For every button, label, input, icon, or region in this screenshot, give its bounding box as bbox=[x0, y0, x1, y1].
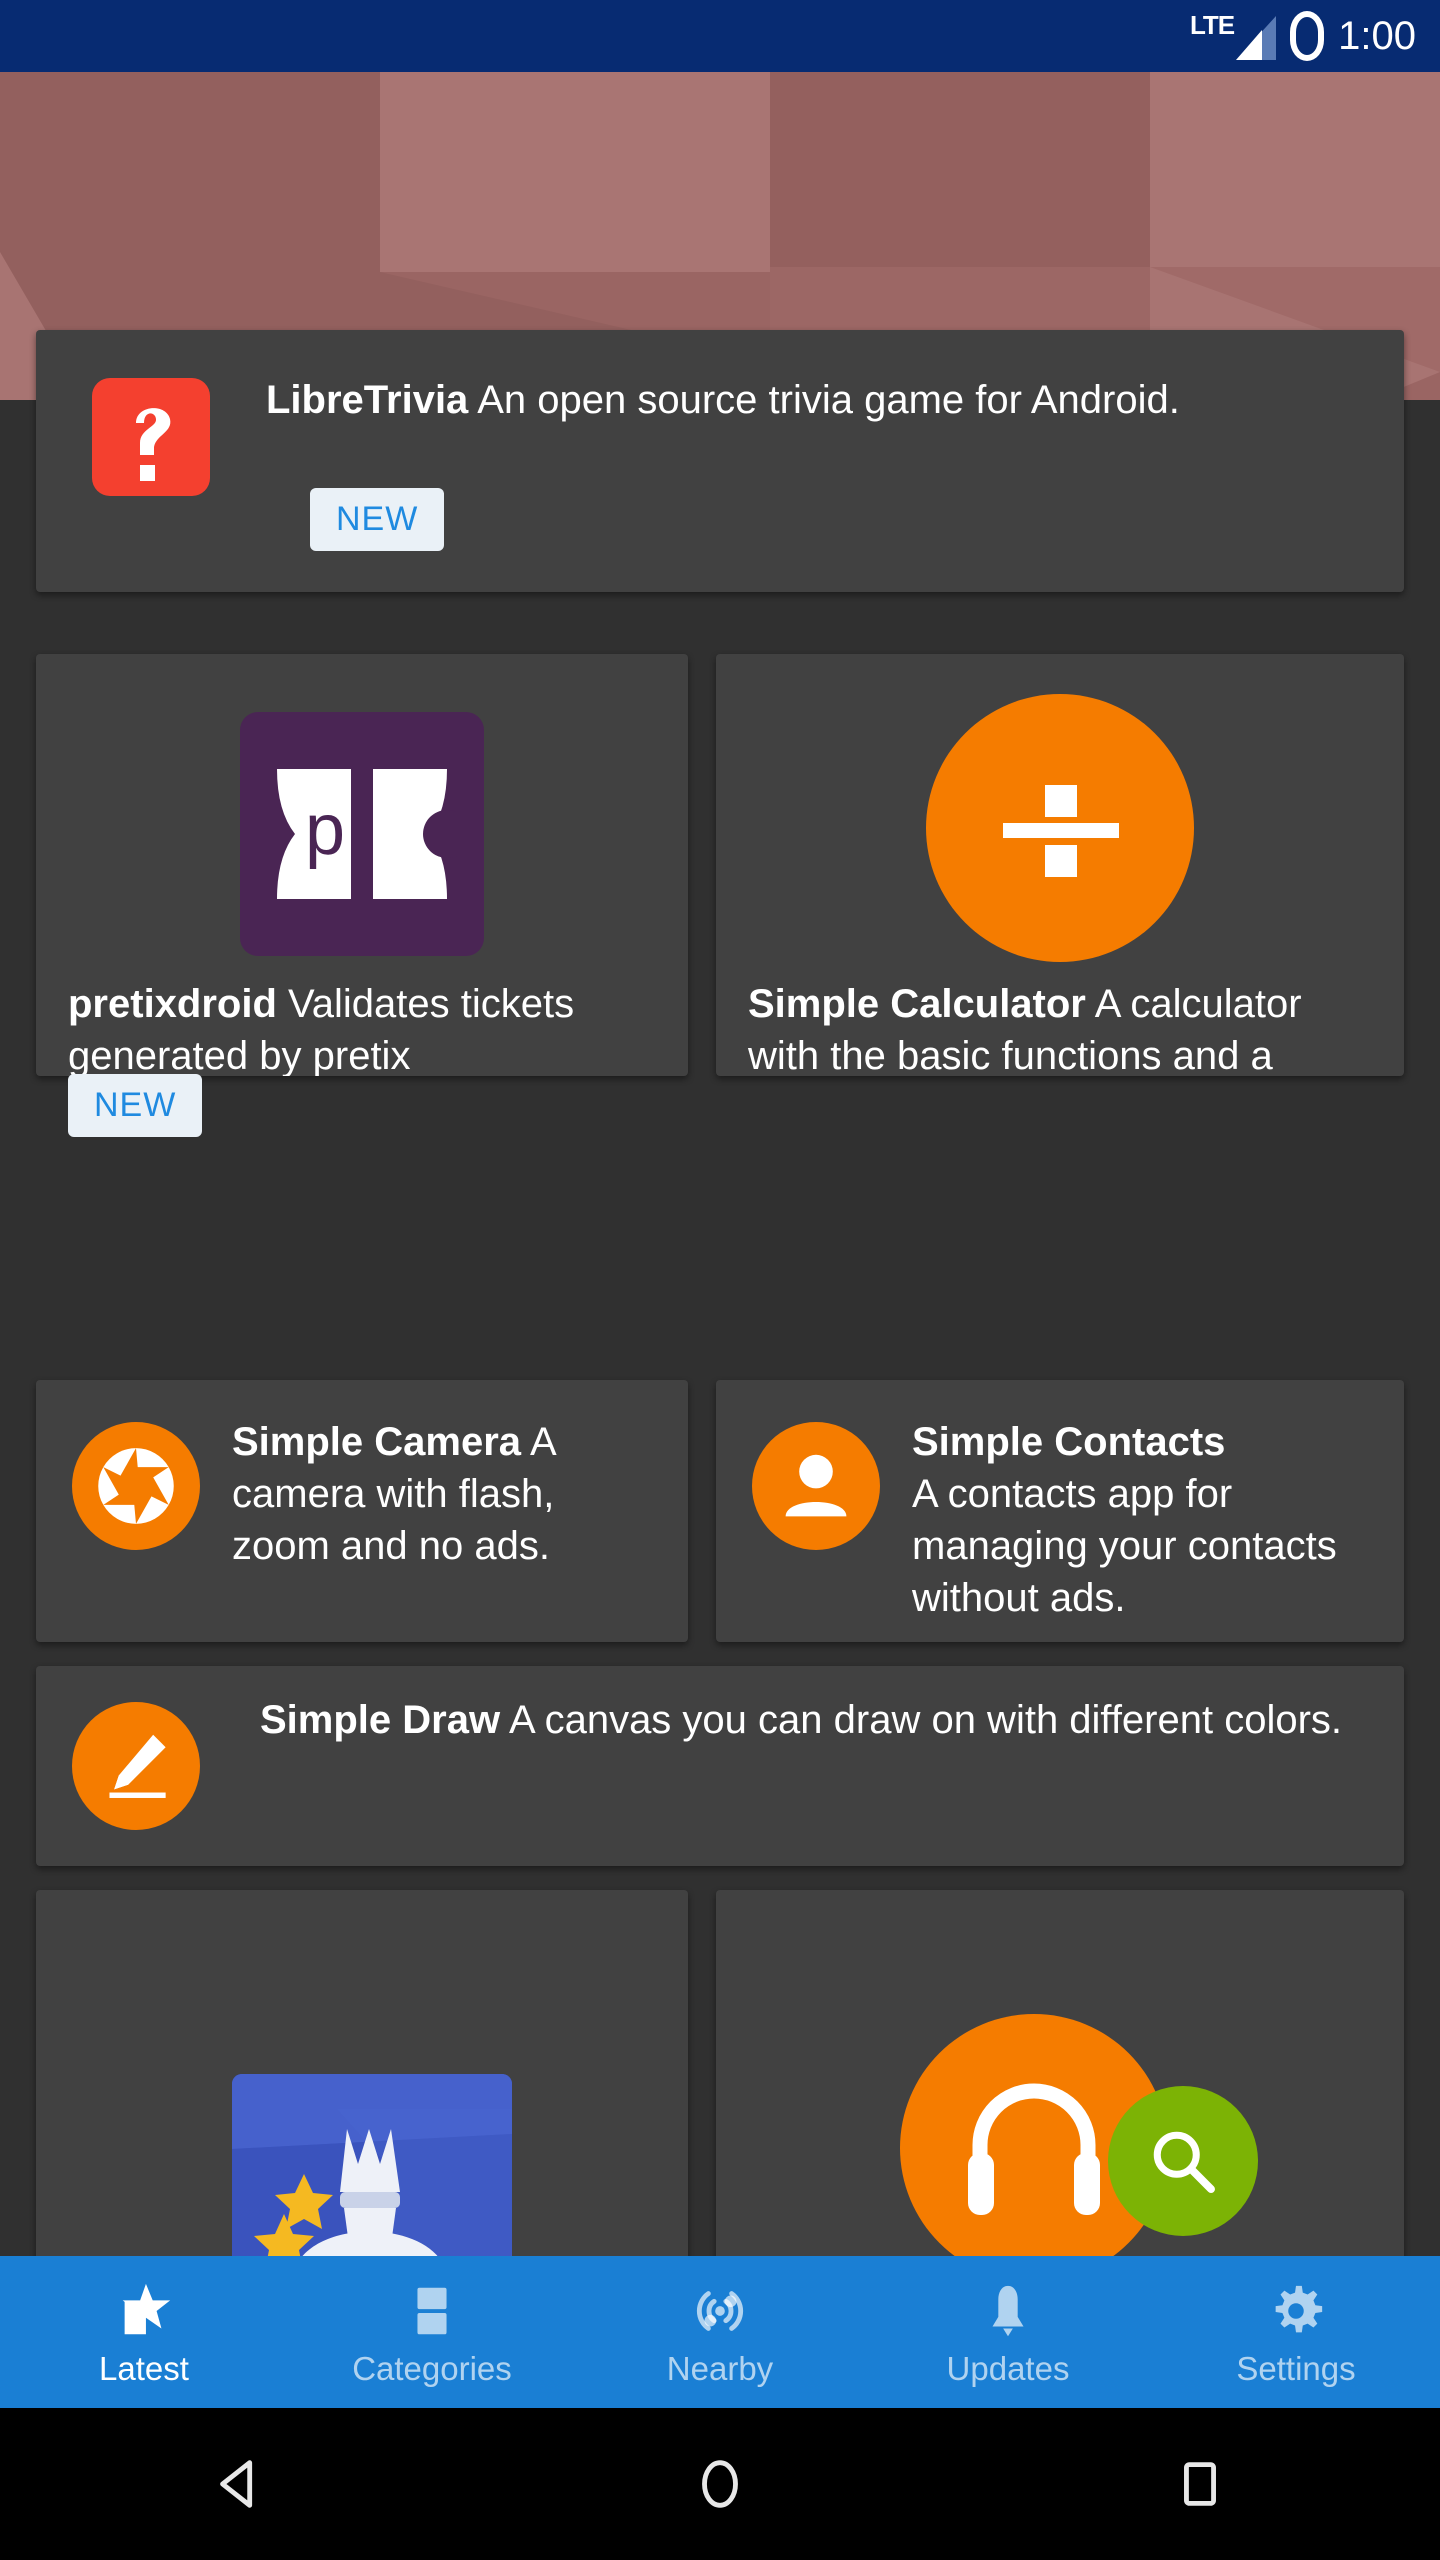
pencil-icon bbox=[72, 1702, 200, 1830]
search-icon bbox=[1108, 2086, 1258, 2236]
recents-square-icon bbox=[1184, 2462, 1216, 2506]
app-card-simple-draw-text: Simple Draw A canvas you can draw on wit… bbox=[260, 1694, 1360, 1746]
app-card-simple-contacts-text: Simple Contacts A contacts app for manag… bbox=[912, 1416, 1382, 1624]
new-badge[interactable]: NEW bbox=[310, 488, 445, 551]
star-latest-icon bbox=[122, 2283, 171, 2334]
signal-bars-icon bbox=[1236, 16, 1277, 60]
status-bar: LTE 1:00 bbox=[0, 0, 1440, 72]
app-name: LibreTrivia bbox=[266, 378, 469, 422]
ticket-icon: p bbox=[240, 712, 484, 956]
status-bar-clock: 1:00 bbox=[1338, 14, 1416, 58]
nav-item-latest[interactable]: Latest bbox=[0, 2256, 288, 2408]
app-screen: LTE 1:00 LibreTrivia An open source triv… bbox=[0, 0, 1440, 2560]
nav-label: Latest bbox=[99, 2349, 189, 2387]
question-mark-icon bbox=[92, 378, 210, 496]
lte-signal-group: LTE bbox=[1189, 10, 1277, 60]
app-name: Simple Calculator bbox=[748, 982, 1086, 1026]
bell-icon bbox=[992, 2285, 1024, 2336]
aperture-icon bbox=[72, 1422, 200, 1550]
person-icon bbox=[752, 1422, 880, 1550]
app-name: pretixdroid bbox=[68, 982, 277, 1026]
app-summary: A contacts app for managing your contact… bbox=[912, 1472, 1337, 1620]
nav-item-settings[interactable]: Settings bbox=[1152, 2256, 1440, 2408]
app-list: LibreTrivia An open source trivia game f… bbox=[0, 72, 1440, 2270]
new-badge-wrap: NEW bbox=[310, 488, 445, 551]
app-card-simple-draw[interactable]: Simple Draw A canvas you can draw on wit… bbox=[36, 1666, 1404, 1866]
svg-text:p: p bbox=[305, 790, 345, 870]
back-triangle-icon bbox=[220, 2460, 253, 2508]
home-button[interactable] bbox=[660, 2424, 780, 2544]
crowned-person-icon bbox=[232, 2074, 512, 2270]
back-button[interactable] bbox=[180, 2424, 300, 2544]
app-card-pretixdroid[interactable]: p pretixdroid Validates tickets generate… bbox=[36, 654, 688, 1076]
nav-label: Categories bbox=[352, 2349, 512, 2387]
battery-circle-icon bbox=[1290, 11, 1325, 61]
app-card-simple-contacts[interactable]: Simple Contacts A contacts app for manag… bbox=[716, 1380, 1404, 1642]
app-card-simple-calculator[interactable]: Simple Calculator A calculator with the … bbox=[716, 654, 1404, 1076]
android-system-navigation bbox=[0, 2408, 1440, 2560]
app-card-simple-camera-text: Simple Camera A camera with flash, zoom … bbox=[232, 1416, 652, 1572]
app-card-partial-left[interactable] bbox=[36, 1890, 688, 2270]
categories-blocks-icon bbox=[417, 2287, 447, 2334]
app-name: Simple Draw bbox=[260, 1698, 501, 1742]
app-card-simple-calculator-text: Simple Calculator A calculator with the … bbox=[748, 978, 1376, 1076]
new-badge[interactable]: NEW bbox=[68, 1074, 203, 1137]
app-name: Simple Contacts bbox=[912, 1420, 1226, 1464]
network-type-label: LTE bbox=[1189, 10, 1235, 40]
app-name: Simple Camera bbox=[232, 1420, 522, 1464]
app-card-libretrivia-text: LibreTrivia An open source trivia game f… bbox=[266, 374, 1356, 426]
recents-button[interactable] bbox=[1140, 2424, 1260, 2544]
app-card-libretrivia[interactable]: LibreTrivia An open source trivia game f… bbox=[36, 330, 1404, 592]
gear-icon bbox=[1275, 2285, 1323, 2332]
bottom-navigation: Latest Categories Nearby Updates Setting… bbox=[0, 2256, 1440, 2408]
nav-item-nearby[interactable]: Nearby bbox=[576, 2256, 864, 2408]
nav-item-updates[interactable]: Updates bbox=[864, 2256, 1152, 2408]
app-summary: A canvas you can draw on with different … bbox=[508, 1698, 1343, 1742]
app-card-partial-right[interactable] bbox=[716, 1890, 1404, 2270]
new-badge-wrap: NEW bbox=[68, 1074, 203, 1137]
nearby-radar-icon bbox=[696, 2290, 744, 2331]
app-card-pretixdroid-text: pretixdroid Validates tickets generated … bbox=[68, 978, 660, 1076]
home-circle-icon bbox=[702, 2460, 738, 2508]
nav-label: Settings bbox=[1236, 2349, 1356, 2387]
divide-icon bbox=[926, 694, 1194, 962]
nav-label: Nearby bbox=[666, 2349, 774, 2387]
nav-label: Updates bbox=[946, 2349, 1070, 2387]
nav-item-categories[interactable]: Categories bbox=[288, 2256, 576, 2408]
app-card-simple-camera[interactable]: Simple Camera A camera with flash, zoom … bbox=[36, 1380, 688, 1642]
app-summary: An open source trivia game for Android. bbox=[477, 378, 1180, 422]
